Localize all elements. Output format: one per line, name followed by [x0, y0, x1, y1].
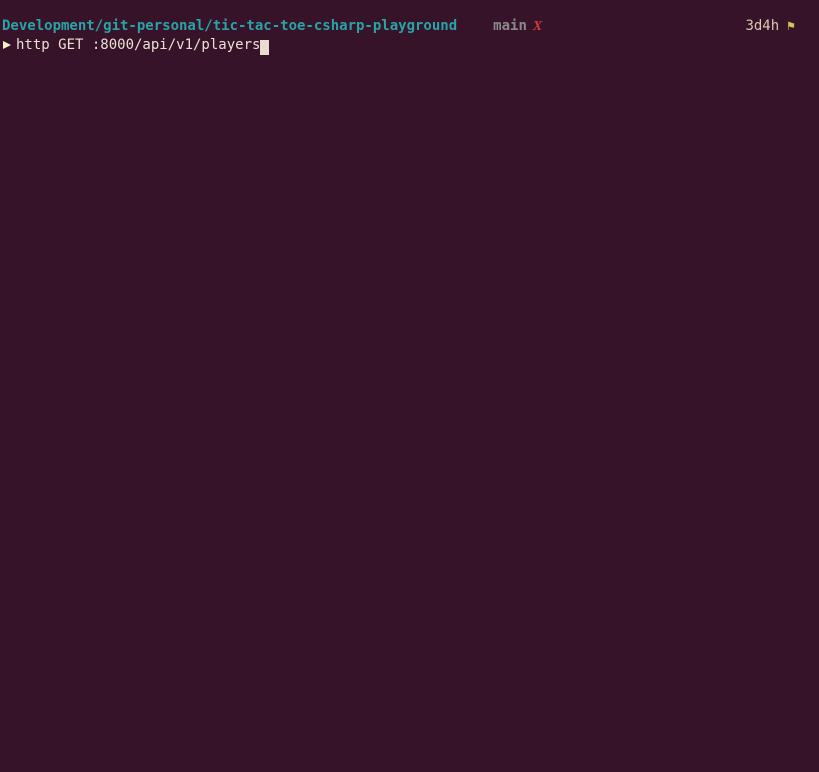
git-dirty-icon: X — [533, 18, 542, 36]
git-branch: main — [493, 17, 527, 35]
cursor-icon — [260, 40, 269, 55]
elapsed-time: 3d4h — [745, 17, 779, 35]
terminal-status-line: Development/git-personal/tic-tac-toe-csh… — [0, 17, 819, 36]
current-directory: Development/git-personal/tic-tac-toe-csh… — [2, 17, 457, 35]
flag-icon: ⚑ — [787, 18, 795, 36]
prompt-arrow-icon — [2, 40, 12, 50]
terminal-prompt-line[interactable]: http GET :8000/api/v1/players — [0, 36, 819, 54]
command-input[interactable]: http GET :8000/api/v1/players — [16, 36, 260, 54]
status-left-group: Development/git-personal/tic-tac-toe-csh… — [2, 17, 542, 36]
status-right-group: 3d4h ⚑ — [745, 17, 817, 36]
